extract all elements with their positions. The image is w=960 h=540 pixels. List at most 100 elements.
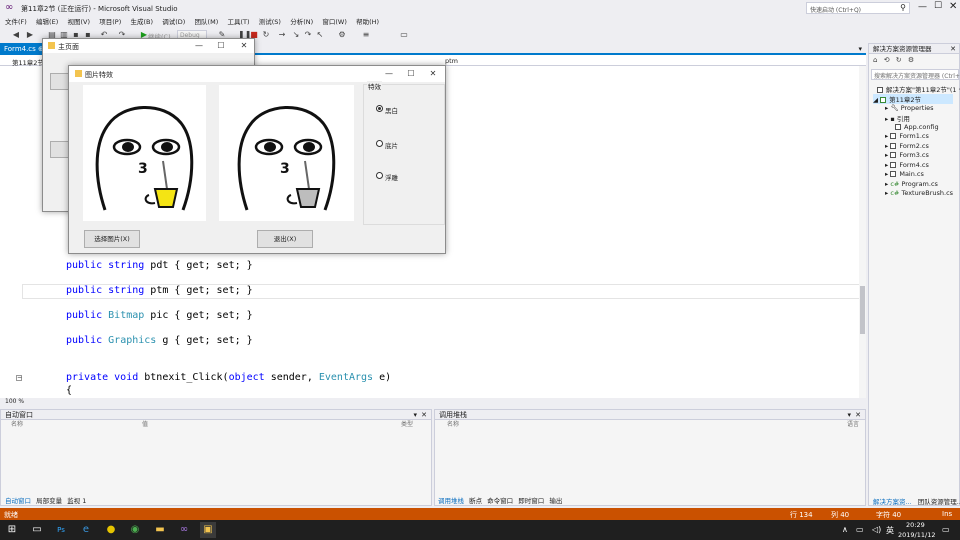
close-button[interactable]: ✕ [422,66,444,82]
menu-project[interactable]: 项目(P) [99,16,121,28]
show-next-icon[interactable]: → [278,31,286,39]
radio-emboss-dot[interactable] [376,172,383,179]
chrome-icon[interactable]: ◉ [127,522,143,538]
tab-watch[interactable]: 监视 1 [67,497,86,505]
task-view-icon[interactable]: ▭ [29,522,45,538]
project-node[interactable]: ◢ 第11章2节 [873,94,953,104]
radio-black-white-dot[interactable] [376,105,383,112]
minimize-button[interactable]: — [188,39,210,53]
close-icon[interactable]: ✕ [950,44,956,54]
maximize-button[interactable]: ☐ [934,1,942,11]
tree-item-form2[interactable]: ▸ Form2.cs [885,142,929,150]
quick-launch-input[interactable]: 快速启动 (Ctrl+Q) ⚲ [806,2,910,14]
close-icon[interactable]: ✕ [855,410,861,420]
menu-tools[interactable]: 工具(T) [227,16,249,28]
comment-icon[interactable]: ▭ [400,31,408,39]
menu-debug[interactable]: 调试(D) [162,16,185,28]
tab-output[interactable]: 输出 [549,497,562,505]
back-icon[interactable]: ◀ [12,31,20,39]
file-explorer-icon[interactable]: ▬ [152,522,168,538]
notification-icon[interactable]: ▭ [942,525,950,534]
menu-build[interactable]: 生成(B) [130,16,153,28]
sync-icon[interactable]: ⟲ [884,56,890,64]
minimize-button[interactable]: — [918,2,927,12]
running-app-icon[interactable]: ▣ [200,522,216,538]
zoom-level[interactable]: 100 % [5,398,24,405]
minimize-button[interactable]: — [378,66,400,82]
expand-icon[interactable]: ◢ [873,96,878,104]
tree-item-texturebrush[interactable]: ▸ c# TextureBrush.cs [885,189,953,197]
menu-file[interactable]: 文件(F) [5,16,27,28]
tree-item-main[interactable]: ▸ Main.cs [885,170,924,178]
tab-autos[interactable]: 自动窗口 [5,497,31,505]
tree-item-program[interactable]: ▸ c# Program.cs [885,180,938,188]
exit-button[interactable]: 退出(X) [257,230,313,248]
callstack-col-name[interactable]: 名称 [447,420,459,430]
step-out-icon[interactable]: ↖ [316,31,324,39]
menu-analyze[interactable]: 分析(N) [290,16,313,28]
network-icon[interactable]: ▭ [856,525,864,534]
tree-item-properties[interactable]: ▸ 🔧︎ Properties [885,104,934,112]
edge-icon[interactable]: e [78,522,94,538]
close-button[interactable]: ✕ [233,39,255,53]
tab-immediate[interactable]: 即时窗口 [518,497,544,505]
tree-item-form3[interactable]: ▸ Form3.cs [885,151,929,159]
menu-view[interactable]: 视图(V) [67,16,90,28]
pin-icon[interactable]: ▾ [847,410,851,420]
editor-scrollbar[interactable] [859,66,866,398]
radio-negative-dot[interactable] [376,140,383,147]
menu-team[interactable]: 团队(M) [195,16,219,28]
hex-icon[interactable]: ⚙ [338,31,346,39]
home-icon[interactable]: ⌂ [873,56,877,64]
nav-member-select[interactable]: ptm [445,57,458,65]
solution-root[interactable]: 解决方案"第11章2节"(1 个 [877,84,960,94]
tree-item-app-config[interactable]: App.config [895,123,939,131]
tab-solution-explorer[interactable]: 解决方案资... [873,498,912,506]
forward-icon[interactable]: ▶ [26,31,34,39]
refresh-icon[interactable]: ↻ [896,56,902,64]
step-over-icon[interactable]: ↷ [304,31,312,39]
clock-date[interactable]: 2019/11/12 [898,531,935,539]
clock-time[interactable]: 20:29 [906,521,925,529]
autos-col-type[interactable]: 类型 [401,420,413,430]
tab-breakpoints[interactable]: 断点 [469,497,482,505]
tray-chevron-icon[interactable]: ∧ [842,525,848,534]
photoshop-icon[interactable]: Ps [53,522,69,538]
solution-search-input[interactable]: 搜索解决方案资源管理器 (Ctrl+;) [871,69,960,80]
autos-col-value[interactable]: 值 [142,420,148,430]
format-icon[interactable]: ≡ [362,31,370,39]
tab-team-explorer[interactable]: 团队资源管理... [918,498,960,506]
volume-icon[interactable]: ◁) [872,525,881,534]
step-into-icon[interactable]: ↘ [292,31,300,39]
close-button[interactable]: ✕ [949,1,957,12]
menu-help[interactable]: 帮助(H) [356,16,379,28]
restart-icon[interactable]: ↻ [262,31,270,39]
settings-icon[interactable]: ⚙ [908,56,914,64]
select-image-button[interactable]: 选择图片(X) [84,230,140,248]
app-icon[interactable]: ● [103,522,119,538]
visual-studio-icon[interactable]: ∞ [176,522,192,538]
tab-call-stack[interactable]: 调用堆栈 [438,497,464,505]
menu-edit[interactable]: 编辑(E) [36,16,58,28]
tab-command[interactable]: 命令窗口 [487,497,513,505]
pin-icon[interactable]: ▾ [413,410,417,420]
tree-item-form4[interactable]: ▸ Form4.cs [885,161,929,169]
collapse-icon[interactable]: − [16,375,22,381]
ime-indicator[interactable]: 英 [886,525,894,536]
tab-form4-cs[interactable]: Form4.cs ⊕ [0,43,48,55]
callstack-col-lang[interactable]: 语言 [847,420,859,430]
autos-col-name[interactable]: 名称 [11,420,23,430]
nav-project-select[interactable]: 第11章2节 [12,57,44,67]
maximize-button[interactable]: ☐ [400,66,422,82]
editor-scroll-thumb[interactable] [860,286,865,334]
maximize-button[interactable]: ☐ [210,39,232,53]
code-line-pic: public Bitmap pic { get; set; } [66,310,253,321]
menu-window[interactable]: 窗口(W) [322,16,347,28]
tab-overflow-icon[interactable]: ▾ [858,45,862,53]
close-icon[interactable]: ✕ [421,410,427,420]
menu-test[interactable]: 测试(S) [259,16,281,28]
tree-item-form1[interactable]: ▸ Form1.cs [885,132,929,140]
tab-locals[interactable]: 局部变量 [36,497,62,505]
tree-item-references[interactable]: ▸ ▪ 引用 [885,113,910,123]
start-icon[interactable]: ⊞ [4,522,20,538]
